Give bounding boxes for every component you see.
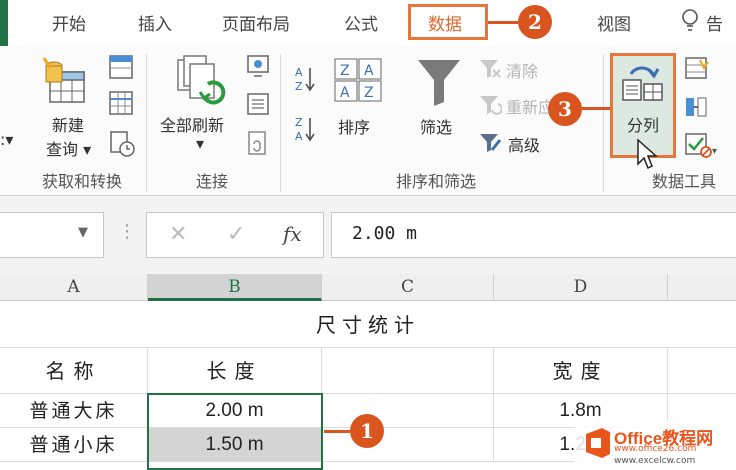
svg-text:A: A	[295, 130, 303, 143]
reapply-icon	[478, 94, 503, 120]
group-data-tools-label: 数据工具	[652, 172, 717, 191]
svg-text:A: A	[295, 66, 303, 79]
header-cell-name[interactable]: 名称	[0, 348, 148, 394]
header-cell-length[interactable]: 长度	[148, 348, 322, 394]
query-dropdown-label[interactable]: 查询 ▾	[46, 136, 91, 160]
sort-z-a-icon[interactable]: ZA	[294, 114, 316, 148]
clear-filter-icon	[478, 58, 502, 84]
refresh-all-label[interactable]: 全部刷新	[160, 112, 224, 136]
refresh-all-dropdown-icon[interactable]: ▾	[196, 134, 204, 153]
sort-label[interactable]: 排序	[338, 114, 370, 138]
group-connections-label: 连接	[196, 172, 229, 191]
insert-function-icon[interactable]: fx	[283, 222, 302, 246]
formula-controls: ✕ ✓ fx	[146, 212, 324, 258]
tab-formulas[interactable]: 公式	[344, 10, 378, 35]
column-header-d[interactable]: D	[494, 274, 668, 301]
header-cell-empty[interactable]	[322, 348, 494, 394]
data-validation-icon[interactable]: ▾	[684, 132, 720, 162]
file-tab-edge[interactable]	[0, 0, 8, 46]
remove-duplicates-icon[interactable]	[684, 94, 710, 124]
tab-insert[interactable]: 插入	[138, 10, 172, 35]
column-header-e[interactable]	[668, 274, 736, 301]
group-divider	[146, 54, 147, 192]
tab-home[interactable]: 开始	[52, 10, 86, 35]
group-sort-filter-label: 排序和筛选	[396, 172, 477, 191]
svg-text:Z: Z	[340, 63, 350, 79]
group-divider	[280, 54, 281, 192]
office-logo-icon	[586, 428, 610, 458]
column-header-a[interactable]: A	[0, 274, 148, 301]
svg-text:Z: Z	[364, 85, 374, 101]
marker-2: 2	[518, 5, 552, 39]
show-queries-icon[interactable]	[108, 54, 134, 84]
cell-name-2[interactable]: 普通小床	[0, 428, 148, 462]
svg-text:A: A	[364, 63, 374, 79]
sort-a-z-icon[interactable]: AZ	[294, 64, 316, 98]
header-cell-width[interactable]: 宽度	[494, 348, 668, 394]
name-box[interactable]: ▼	[0, 212, 104, 258]
ribbon-panel: :▾ 新建 查询 ▾ 获取和转换 全部刷新 ▾ 连接 A Z Z A Z A A…	[0, 46, 736, 196]
flash-fill-icon[interactable]	[684, 56, 710, 86]
collapsed-arrow-icon[interactable]: :▾	[0, 130, 13, 149]
cell-c-1[interactable]	[322, 394, 494, 428]
cell-c-2[interactable]	[322, 428, 494, 462]
sort-icon: ZAAZ	[334, 58, 382, 106]
advanced-filter-icon	[478, 132, 504, 158]
watermark-url-2: www.excelcw.com	[614, 456, 696, 466]
formula-bar-grip-icon[interactable]: ⋮	[118, 221, 136, 242]
from-table-icon[interactable]	[108, 90, 134, 120]
cell-name-1[interactable]: 普通大床	[0, 394, 148, 428]
svg-text:Z: Z	[295, 80, 303, 93]
watermark: Office教程网 www.office26.com www.excelcw.c…	[574, 420, 736, 470]
marker-2-line	[488, 21, 518, 24]
new-query-label[interactable]: 新建	[52, 112, 84, 136]
table-title-cell[interactable]: 尺寸统计	[0, 302, 736, 348]
grid-cell[interactable]	[668, 348, 736, 394]
column-header-c[interactable]: C	[322, 274, 494, 301]
formula-input[interactable]: 2.00 m	[331, 212, 736, 258]
name-box-dropdown-icon[interactable]: ▼	[78, 225, 88, 240]
marker-3-line	[582, 107, 610, 110]
properties-icon[interactable]	[246, 92, 270, 120]
marker-1-line	[324, 430, 350, 433]
cancel-icon[interactable]: ✕	[169, 222, 187, 247]
tab-tell-me[interactable]: 告	[706, 10, 723, 35]
group-get-transform-label: 获取和转换	[42, 172, 123, 191]
cell-length-1[interactable]: 2.00 m	[148, 394, 322, 428]
svg-text:▾: ▾	[712, 146, 717, 157]
column-header-b[interactable]: B	[148, 274, 322, 301]
marker-3: 3	[548, 92, 582, 126]
text-to-columns-label: 分列	[627, 116, 660, 135]
cell-length-2[interactable]: 1.50 m	[148, 428, 322, 462]
recent-sources-icon[interactable]	[108, 130, 136, 162]
tab-view[interactable]: 视图	[597, 10, 631, 35]
reapply-label[interactable]: 重新应用	[506, 94, 554, 118]
connections-icon[interactable]	[246, 54, 270, 82]
advanced-label[interactable]: 高级	[508, 132, 540, 156]
tab-page-layout[interactable]: 页面布局	[222, 10, 290, 35]
refresh-all-icon	[174, 54, 228, 114]
formula-bar: ▼ ⋮ ✕ ✓ fx 2.00 m	[0, 196, 736, 274]
clear-label[interactable]: 清除	[506, 58, 538, 82]
worksheet-grid: A B C D 尺寸统计 名称 长度 宽度 普通大床 2.00 m 1.8m 普…	[0, 274, 736, 470]
edit-links-icon[interactable]	[246, 130, 270, 160]
filter-icon	[416, 58, 462, 112]
tab-data[interactable]: 数据	[428, 10, 462, 35]
group-divider	[603, 54, 604, 192]
enter-icon[interactable]: ✓	[227, 222, 245, 247]
marker-1: 1	[350, 414, 384, 448]
new-query-icon	[40, 56, 90, 120]
svg-text:A: A	[340, 85, 350, 101]
svg-text:Z: Z	[295, 116, 303, 129]
filter-label[interactable]: 筛选	[420, 114, 452, 138]
ribbon-tab-bar: 开始 插入 页面布局 公式 数据 视图 告 2	[0, 0, 736, 46]
text-to-columns-icon	[619, 60, 669, 108]
watermark-url: www.office26.com	[614, 444, 697, 454]
lightbulb-icon[interactable]	[680, 8, 700, 38]
